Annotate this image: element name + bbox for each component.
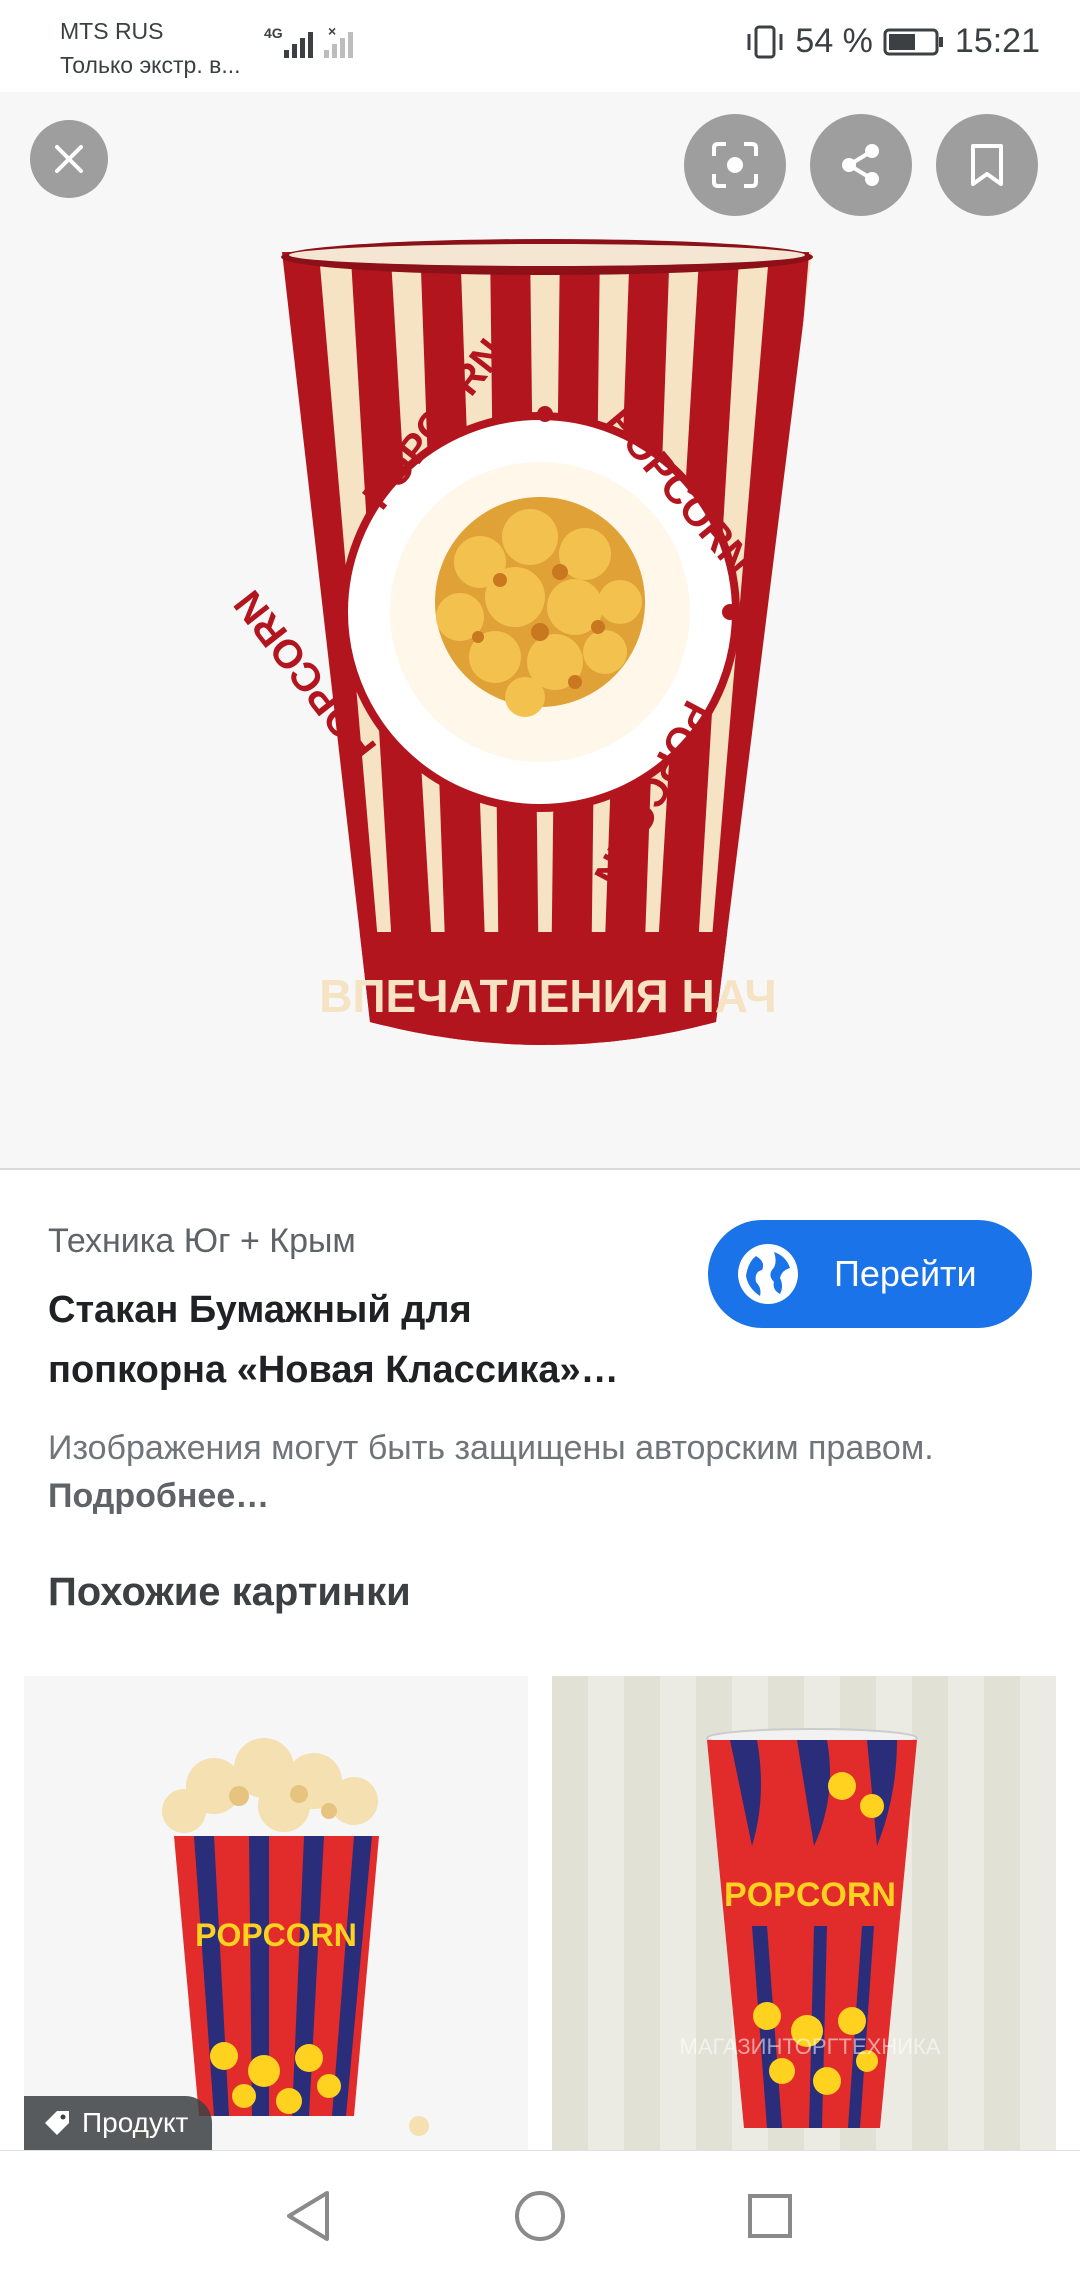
recents-icon (748, 2194, 792, 2238)
bookmark-icon (971, 144, 1003, 186)
clock: 15:21 (954, 22, 1040, 60)
divider (0, 1168, 1080, 1170)
result-title-line2: попкорна «Новая Классика»… (48, 1349, 619, 1391)
share-button[interactable] (810, 114, 912, 216)
thumb2-watermark: МАГАЗИНТОРГТЕХНИКА (680, 2034, 941, 2059)
lens-icon (712, 142, 758, 188)
learn-more-link[interactable]: Подробнее… (48, 1477, 269, 1515)
signal-icon: 4G × (262, 22, 358, 67)
similar-image-1[interactable]: POPCORN Продукт (24, 1676, 528, 2150)
bookmark-button[interactable] (936, 114, 1038, 216)
nav-recents-button[interactable] (735, 2181, 805, 2251)
copyright-notice: Изображения могут быть защищены авторски… (48, 1424, 1008, 1520)
visit-button[interactable]: Перейти (708, 1220, 1032, 1328)
similar-images-heading: Похожие картинки (48, 1570, 411, 1614)
share-icon (842, 144, 879, 186)
close-button[interactable] (30, 120, 108, 198)
nav-back-button[interactable] (273, 2181, 343, 2251)
nav-home-button[interactable] (505, 2181, 575, 2251)
cup-slogan: ВПЕЧАТЛЕНИЯ НАЧ (319, 970, 777, 1022)
tag-icon (45, 2111, 69, 2135)
battery-percent: 54 % (795, 22, 873, 60)
battery-icon (883, 28, 943, 55)
popcorn-cup-striped-image: POPCORN МАГАЗИНТОРГТЕХНИКА (552, 1676, 1020, 2150)
vibrate-icon (747, 25, 783, 58)
copyright-text: Изображения могут быть защищены авторски… (48, 1429, 934, 1467)
status-bar: MTS RUS Только экстр. в... 4G × 54 % 15:… (0, 0, 1080, 92)
status-right: 54 % 15:21 (745, 22, 1040, 61)
lens-button[interactable] (684, 114, 786, 216)
network-type: 4G (264, 25, 283, 41)
result-title-line1: Стакан Бумажный для (48, 1289, 472, 1331)
product-tag-label: Продукт (82, 2107, 189, 2138)
globe-icon (738, 1244, 798, 1304)
back-icon (287, 2191, 329, 2241)
carrier-note: Только экстр. в... (60, 52, 241, 78)
svg-text:×: × (328, 23, 336, 39)
preview-image[interactable]: POPCORN POPCORN POPCORN POPCORN ВПЕЧАТЛЕ… (0, 92, 1080, 1170)
carrier-info: MTS RUS Только экстр. в... (60, 14, 241, 82)
thumb2-cup-text: POPCORN (724, 1876, 896, 1914)
system-nav-bar (0, 2150, 1080, 2281)
product-tag: Продукт (24, 2096, 213, 2150)
thumb1-cup-text: POPCORN (195, 1917, 357, 1953)
carrier-name: MTS RUS (60, 18, 164, 44)
popcorn-cup-image: POPCORN POPCORN POPCORN POPCORN ВПЕЧАТЛЕ… (226, 239, 813, 1045)
similar-image-2[interactable]: POPCORN МАГАЗИНТОРГТЕХНИКА (552, 1676, 1056, 2150)
visit-button-label: Перейти (834, 1253, 977, 1294)
home-icon (515, 2191, 565, 2241)
popcorn-bucket-image: POPCORN (136, 1738, 429, 2139)
result-title[interactable]: Стакан Бумажный для попкорна «Новая Клас… (48, 1280, 688, 1400)
source-site[interactable]: Техника Юг + Крым (48, 1222, 356, 1261)
close-icon (55, 145, 83, 173)
